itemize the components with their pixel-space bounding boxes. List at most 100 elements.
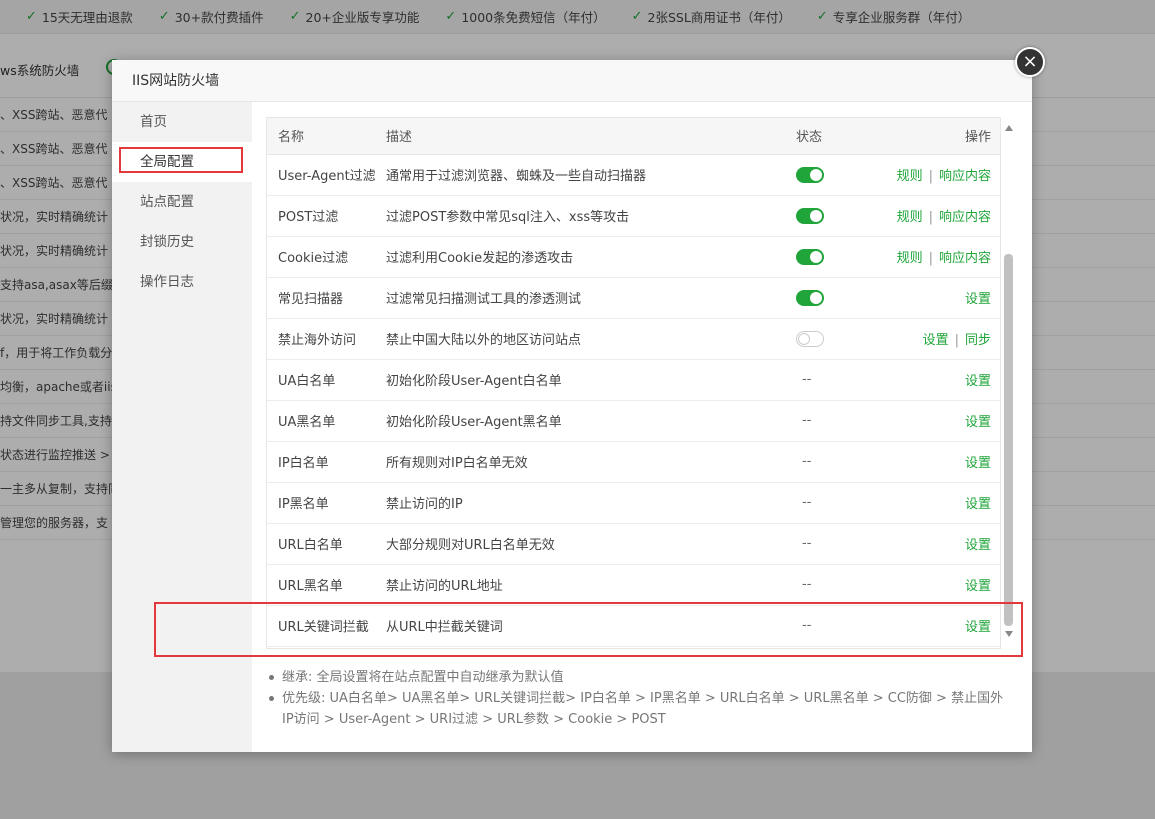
column-header-desc: 描述 — [386, 118, 796, 155]
sidebar-item-home[interactable]: 首页 — [112, 102, 252, 142]
rules-table: 名称 描述 状态 操作 User-Agent过滤 通常用于过滤浏览器、蜘蛛及一些自… — [267, 118, 1000, 647]
table-row: Cookie过滤 过滤利用Cookie发起的渗透攻击 规则 | 响应内容 — [267, 236, 1000, 278]
rule-state-text: -- — [802, 413, 812, 428]
highlight-box — [154, 602, 1023, 657]
rule-state-cell — [796, 195, 876, 237]
rule-action-link[interactable]: 规则 — [897, 210, 923, 225]
rule-actions: 规则 | 响应内容 — [876, 236, 1000, 278]
rule-state-cell — [796, 236, 876, 278]
action-separator: | — [928, 251, 933, 266]
table-row: User-Agent过滤 通常用于过滤浏览器、蜘蛛及一些自动扫描器 规则 | 响应内容 — [267, 154, 1000, 196]
column-header-op: 操作 — [876, 118, 1000, 155]
action-separator: | — [928, 169, 933, 184]
rule-state: -- — [796, 359, 876, 401]
table-row: POST过滤 过滤POST参数中常见sql注入、xss等攻击 规则 | 响应内容 — [267, 195, 1000, 237]
note-item: 继承: 全局设置将在站点配置中自动继承为默认值 — [266, 667, 1006, 688]
table-row: 常见扫描器 过滤常见扫描测试工具的渗透测试 设置 — [267, 277, 1000, 319]
close-icon: × — [1022, 51, 1038, 72]
scroll-up-arrow-icon[interactable] — [1005, 125, 1013, 131]
rule-toggle[interactable] — [796, 248, 824, 265]
table-row: URL黑名单 禁止访问的URL地址 -- 设置 — [267, 564, 1000, 606]
rule-description: 过滤常见扫描测试工具的渗透测试 — [386, 277, 796, 319]
rule-toggle[interactable] — [796, 166, 824, 183]
rule-state: -- — [796, 523, 876, 565]
rule-name: User-Agent过滤 — [267, 154, 386, 196]
rule-state-text: -- — [802, 495, 812, 510]
rule-actions: 规则 | 响应内容 — [876, 195, 1000, 237]
rule-name: 常见扫描器 — [267, 277, 386, 319]
rule-state-cell — [796, 154, 876, 196]
rule-actions: 设置 — [876, 277, 1000, 319]
rule-action-link[interactable]: 同步 — [965, 333, 991, 348]
action-separator: | — [954, 333, 959, 348]
notes-section: 继承: 全局设置将在站点配置中自动继承为默认值 优先级: UA白名单> UA黑名… — [266, 667, 1006, 730]
rules-table-container: 名称 描述 状态 操作 User-Agent过滤 通常用于过滤浏览器、蜘蛛及一些自… — [266, 117, 1001, 649]
rule-action-link[interactable]: 响应内容 — [939, 251, 991, 266]
column-header-state: 状态 — [796, 118, 876, 155]
rule-action-link[interactable]: 设置 — [965, 415, 991, 430]
rule-action-link[interactable]: 规则 — [897, 169, 923, 184]
rule-toggle[interactable] — [796, 330, 824, 347]
note-item: 优先级: UA白名单> UA黑名单> URL关键词拦截> IP白名单 > IP黑… — [266, 688, 1006, 730]
sidebar-item-site-config[interactable]: 站点配置 — [112, 182, 252, 222]
rule-actions: 设置 | 同步 — [876, 318, 1000, 360]
rule-action-link[interactable]: 设置 — [965, 374, 991, 389]
rule-state-text: -- — [802, 536, 812, 551]
rule-name: 禁止海外访问 — [267, 318, 386, 360]
rule-actions: 设置 — [876, 564, 1000, 606]
rule-actions: 设置 — [876, 441, 1000, 483]
rule-action-link[interactable]: 设置 — [923, 333, 949, 348]
rule-actions: 设置 — [876, 400, 1000, 442]
rule-toggle[interactable] — [796, 207, 824, 224]
rule-name: IP黑名单 — [267, 482, 386, 524]
table-header-row: 名称 描述 状态 操作 — [267, 118, 1000, 155]
sidebar-item-block-history[interactable]: 封锁历史 — [112, 222, 252, 262]
scroll-thumb[interactable] — [1004, 254, 1013, 626]
sidebar-item-operation-log[interactable]: 操作日志 — [112, 262, 252, 302]
rule-action-link[interactable]: 设置 — [965, 579, 991, 594]
highlight-box — [119, 147, 243, 173]
rule-action-link[interactable]: 响应内容 — [939, 169, 991, 184]
table-row: UA黑名单 初始化阶段User-Agent黑名单 -- 设置 — [267, 400, 1000, 442]
rule-action-link[interactable]: 规则 — [897, 251, 923, 266]
rule-state-cell — [796, 318, 876, 360]
rule-description: 过滤POST参数中常见sql注入、xss等攻击 — [386, 195, 796, 237]
table-row: IP黑名单 禁止访问的IP -- 设置 — [267, 482, 1000, 524]
rule-state-cell — [796, 277, 876, 319]
rule-state: -- — [796, 441, 876, 483]
rule-description: 初始化阶段User-Agent白名单 — [386, 359, 796, 401]
rule-action-link[interactable]: 设置 — [965, 456, 991, 471]
rule-name: UA白名单 — [267, 359, 386, 401]
table-row: IP白名单 所有规则对IP白名单无效 -- 设置 — [267, 441, 1000, 483]
rule-state: -- — [796, 482, 876, 524]
rule-name: IP白名单 — [267, 441, 386, 483]
rule-name: URL黑名单 — [267, 564, 386, 606]
rule-action-link[interactable]: 响应内容 — [939, 210, 991, 225]
rule-action-link[interactable]: 设置 — [965, 292, 991, 307]
rule-name: POST过滤 — [267, 195, 386, 237]
rule-actions: 设置 — [876, 359, 1000, 401]
close-button[interactable]: × — [1015, 47, 1045, 77]
rule-description: 通常用于过滤浏览器、蜘蛛及一些自动扫描器 — [386, 154, 796, 196]
action-separator: | — [928, 210, 933, 225]
rule-actions: 规则 | 响应内容 — [876, 154, 1000, 196]
rule-action-link[interactable]: 设置 — [965, 497, 991, 512]
rule-name: UA黑名单 — [267, 400, 386, 442]
table-row: UA白名单 初始化阶段User-Agent白名单 -- 设置 — [267, 359, 1000, 401]
rule-toggle[interactable] — [796, 289, 824, 306]
rule-description: 禁止中国大陆以外的地区访问站点 — [386, 318, 796, 360]
table-row: 禁止海外访问 禁止中国大陆以外的地区访问站点 设置 | 同步 — [267, 318, 1000, 360]
rule-description: 所有规则对IP白名单无效 — [386, 441, 796, 483]
column-header-name: 名称 — [267, 118, 386, 155]
rule-description: 禁止访问的IP — [386, 482, 796, 524]
rule-state-text: -- — [802, 372, 812, 387]
table-scrollbar[interactable] — [1002, 117, 1016, 649]
table-row: URL白名单 大部分规则对URL白名单无效 -- 设置 — [267, 523, 1000, 565]
rule-action-link[interactable]: 设置 — [965, 538, 991, 553]
rule-description: 禁止访问的URL地址 — [386, 564, 796, 606]
rule-actions: 设置 — [876, 482, 1000, 524]
rule-name: URL白名单 — [267, 523, 386, 565]
rule-state: -- — [796, 400, 876, 442]
rule-actions: 设置 — [876, 523, 1000, 565]
rule-state-text: -- — [802, 454, 812, 469]
